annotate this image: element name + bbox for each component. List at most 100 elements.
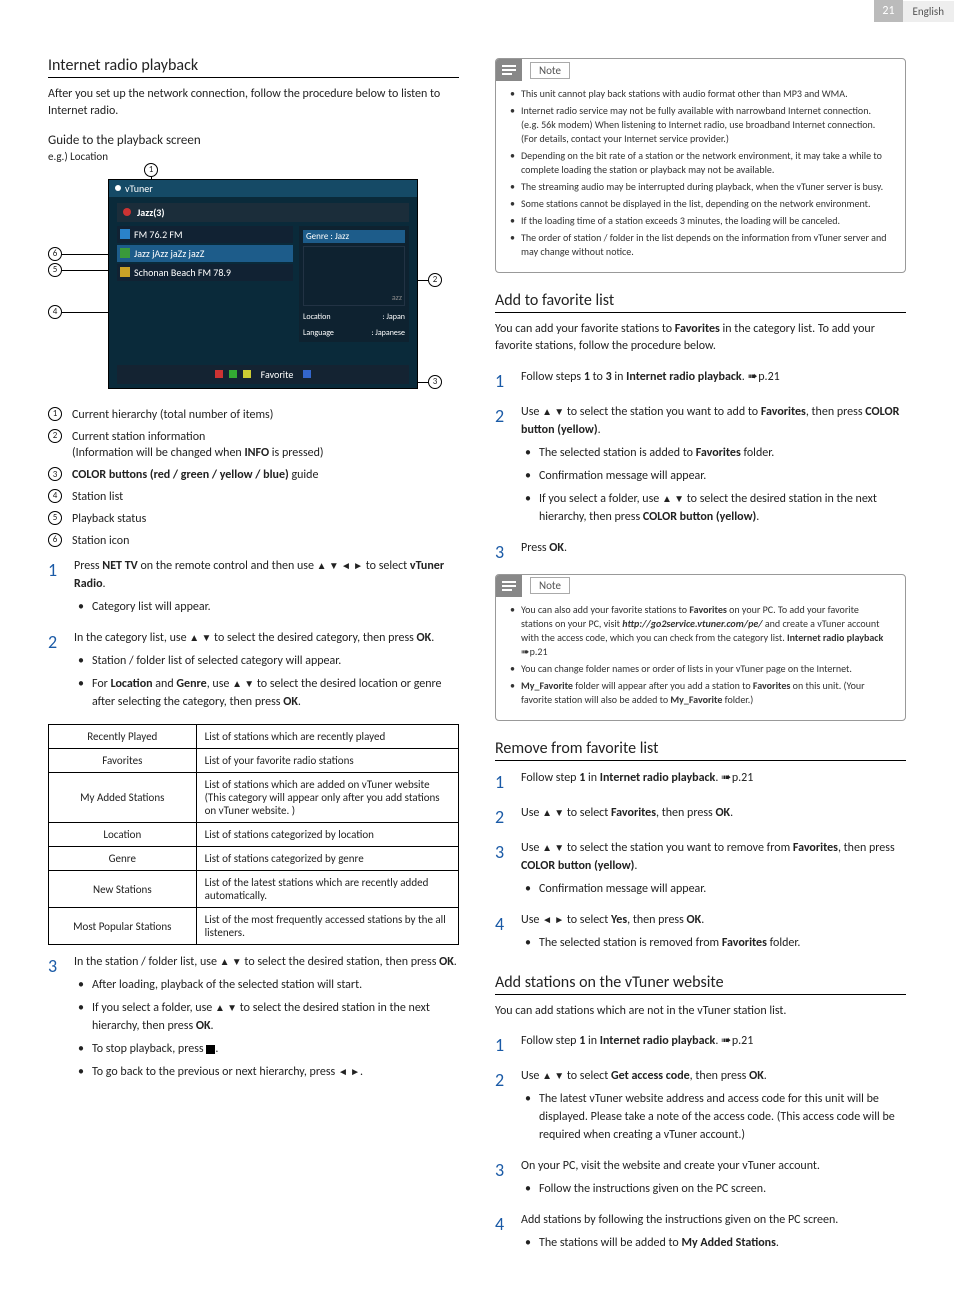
language-label: English — [903, 1, 954, 22]
sub-bullet: •Confirmation message will appear. — [525, 880, 906, 898]
legend-item: 6Station icon — [48, 533, 459, 550]
callout-4: 4 — [48, 305, 62, 319]
step-number: 1 — [495, 368, 509, 395]
addweb-steps: 1Follow step 1 in Internet radio playbac… — [495, 1032, 906, 1257]
steps-list: 1Press NET TV on the remote control and … — [48, 557, 459, 716]
callout-3: 3 — [428, 375, 442, 389]
category-name: Genre — [49, 847, 197, 871]
step: 4Add stations by following the instructi… — [495, 1211, 906, 1257]
note-box-fav: Note •You can also add your favorite sta… — [495, 574, 906, 721]
step-number: 1 — [495, 769, 509, 796]
sub-bullet: •To go back to the previous or next hier… — [78, 1063, 459, 1081]
callout-5: 5 — [48, 263, 62, 277]
legend-num: 6 — [48, 533, 62, 547]
step-number: 1 — [495, 1032, 509, 1059]
note-bullet: •If the loading time of a station exceed… — [510, 214, 891, 228]
category-desc: List of your favorite radio stations — [196, 749, 458, 773]
step: 3On your PC, visit the website and creat… — [495, 1157, 906, 1203]
sub-bullet: •For Location and Genre, use ▲ ▼ to sele… — [78, 675, 459, 711]
section-title-add-vtuner: Add stations on the vTuner website — [495, 973, 906, 995]
step: 3Press OK. — [495, 539, 906, 566]
station-row: FM 76.2 FM — [134, 228, 183, 241]
step-3: 3In the station / folder list, use ▲ ▼ t… — [48, 953, 459, 1086]
info-panel: Genre: Jazz azz Location: Japan Language… — [299, 226, 409, 342]
note-icon — [496, 59, 522, 81]
category-name: New Stations — [49, 871, 197, 908]
legend-item: 4Station list — [48, 489, 459, 506]
sub-bullet: •Confirmation message will appear. — [525, 467, 906, 485]
page-number: 21 — [874, 0, 902, 22]
step: 1Follow steps 1 to 3 in Internet radio p… — [495, 368, 906, 395]
category-name: Location — [49, 823, 197, 847]
step-number: 2 — [48, 629, 62, 716]
section-title-add-favorite: Add to favorite list — [495, 291, 906, 313]
left-column: Internet radio playback After you set up… — [48, 50, 459, 1265]
sub-bullet: •If you select a folder, use ▲ ▼ to sele… — [78, 999, 459, 1035]
step-number: 3 — [495, 839, 509, 903]
category-name: Favorites — [49, 749, 197, 773]
fav-intro: You can add your favorite stations to Fa… — [495, 321, 906, 356]
note-bullet: •The streaming audio may be interrupted … — [510, 180, 891, 194]
note-bullet: •Internet radio service may not be fully… — [510, 104, 891, 146]
legend-item: 5Playback status — [48, 511, 459, 528]
step: 2Use ▲ ▼ to select the station you want … — [495, 403, 906, 531]
category-name: My Added Stations — [49, 773, 197, 823]
sub-bullet: •Station / folder list of selected categ… — [78, 652, 459, 670]
note-bullet: •You can also add your favorite stations… — [510, 603, 891, 659]
step-number: 3 — [48, 953, 62, 1086]
legend-num: 5 — [48, 511, 62, 525]
sub-bullet: •After loading, playback of the selected… — [78, 976, 459, 994]
sub-bullet: •The latest vTuner website address and a… — [525, 1090, 906, 1144]
note-icon — [496, 575, 522, 597]
step: 1Press NET TV on the remote control and … — [48, 557, 459, 621]
table-row: New StationsList of the latest stations … — [49, 871, 459, 908]
brand-label: vTuner — [125, 182, 153, 195]
legend-item: 2Current station information(Information… — [48, 429, 459, 463]
legend-num: 1 — [48, 407, 62, 421]
section-title-internet-radio: Internet radio playback — [48, 56, 459, 78]
step-number: 4 — [495, 1211, 509, 1257]
legend-item: 3COLOR buttons (red / green / yellow / b… — [48, 467, 459, 484]
step: 2Use ▲ ▼ to select Get access code, then… — [495, 1067, 906, 1149]
category-desc: List of stations categorized by genre — [196, 847, 458, 871]
callout-2: 2 — [428, 273, 442, 287]
step-number: 3 — [495, 539, 509, 566]
note-box-top: Note •This unit cannot play back station… — [495, 58, 906, 273]
sub-bullet: •If you select a folder, use ▲ ▼ to sele… — [525, 490, 906, 526]
legend-num: 2 — [48, 429, 62, 443]
sub-bullet: •To stop playback, press . — [78, 1040, 459, 1058]
remove-steps: 1Follow step 1 in Internet radio playbac… — [495, 769, 906, 957]
mock-screen: vTuner Jazz(3) FM 76.2 FM Jazz jAzz jaZz… — [108, 179, 418, 389]
playback-screen-diagram: 1 2 3 4 5 6 vTuner Jazz(3) FM 76.2 FM Ja… — [48, 167, 428, 397]
step: 1Follow step 1 in Internet radio playbac… — [495, 1032, 906, 1059]
legend-num: 3 — [48, 467, 62, 481]
table-row: FavoritesList of your favorite radio sta… — [49, 749, 459, 773]
category-name: Recently Played — [49, 725, 197, 749]
diagram-legend: 1Current hierarchy (total number of item… — [48, 407, 459, 550]
step-number: 1 — [48, 557, 62, 621]
category-desc: List of stations categorized by location — [196, 823, 458, 847]
note-bullet: •You can change folder names or order of… — [510, 662, 891, 676]
fav-steps: 1Follow steps 1 to 3 in Internet radio p… — [495, 368, 906, 566]
example-label: e.g.) Location — [48, 150, 459, 163]
legend-item: 1Current hierarchy (total number of item… — [48, 407, 459, 424]
sub-bullet: •Category list will appear. — [78, 598, 459, 616]
sub-bullet: •The stations will be added to My Added … — [525, 1234, 906, 1252]
right-column: Note •This unit cannot play back station… — [495, 50, 906, 1265]
step: 3Use ▲ ▼ to select the station you want … — [495, 839, 906, 903]
note-bullet: •The order of station / folder in the li… — [510, 231, 891, 259]
hierarchy-title: Jazz(3) — [137, 206, 165, 219]
station-row-selected: Jazz jAzz jaZz jazZ — [134, 247, 204, 260]
step: 4Use ◄ ► to select Yes, then press OK.•T… — [495, 911, 906, 957]
note-label: Note — [530, 577, 570, 594]
callout-6: 6 — [48, 247, 62, 261]
guide-heading: Guide to the playback screen — [48, 133, 459, 148]
note-bullet: •Depending on the bit rate of a station … — [510, 149, 891, 177]
category-desc: List of the latest stations which are re… — [196, 871, 458, 908]
step-number: 3 — [495, 1157, 509, 1203]
step: 3In the station / folder list, use ▲ ▼ t… — [48, 953, 459, 1086]
sub-bullet: •Follow the instructions given on the PC… — [525, 1180, 906, 1198]
step-number: 2 — [495, 1067, 509, 1149]
sub-bullet: •The selected station is removed from Fa… — [525, 934, 906, 952]
table-row: Most Popular StationsList of the most fr… — [49, 908, 459, 945]
